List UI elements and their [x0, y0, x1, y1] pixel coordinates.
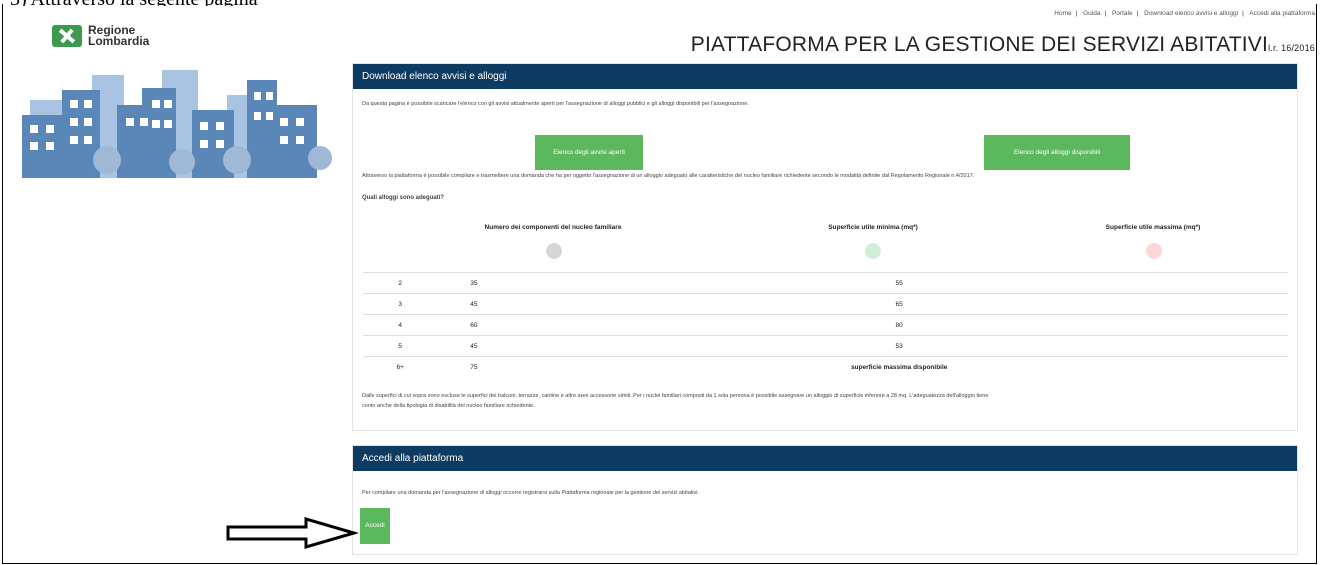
table-cell: 55: [510, 272, 1288, 294]
arrow-right-icon: [226, 517, 358, 549]
sizes-table: 2 35 55 3 45 65 4 60 80 5 45 53 6+ 75 superficie m…: [363, 272, 1288, 377]
table-cell: 45: [437, 293, 511, 315]
max-surface-icon: [1146, 243, 1162, 259]
download-intro: Da questa pagina è possibile scaricare l…: [362, 101, 749, 107]
adequate-question: Quali alloggi sono adeguati?: [362, 195, 445, 201]
link-accedi[interactable]: Accedi alla piattaforma: [1249, 10, 1315, 17]
access-panel: Accedi alla piattaforma Per compilare un…: [352, 445, 1298, 555]
platform-description: Attraverso la piattaforma è possibile co…: [362, 173, 975, 179]
city-illustration: [22, 70, 332, 178]
table-row: 6+ 75 superficie massima disponibile: [363, 356, 1288, 377]
table-cell: 6+: [363, 356, 438, 377]
table-cell: 4: [363, 314, 438, 336]
table-cell: 35: [437, 272, 511, 294]
table-cell: 75: [437, 356, 511, 377]
top-links: Home | Guida | Portale | Download elenco av…: [1054, 10, 1315, 17]
link-download[interactable]: Download elenco avvisi e alloggi: [1144, 10, 1238, 17]
col-components: Numero dei componenti del nucleo familia…: [484, 224, 622, 231]
table-cell: 5: [363, 335, 438, 357]
table-cell: 65: [510, 293, 1288, 315]
download-panel: Download elenco avvisi e alloggi Da ques…: [352, 63, 1298, 431]
table-cell: 2: [363, 272, 438, 294]
link-home[interactable]: Home: [1054, 10, 1071, 17]
note-line-2: conto anche della tipologia di disabilit…: [362, 403, 535, 409]
min-surface-icon: [865, 243, 881, 259]
table-row: 4 60 80: [363, 314, 1288, 336]
family-icon: [546, 243, 562, 259]
access-panel-heading: Accedi alla piattaforma: [353, 446, 1297, 471]
table-cell: 53: [510, 335, 1288, 357]
regione-lombardia-logo[interactable]: Regione Lombardia: [52, 23, 150, 48]
table-cell: 80: [510, 314, 1288, 336]
accedi-button[interactable]: Accedi: [360, 508, 390, 544]
page-title: PIATTAFORMA PER LA GESTIONE DEI SERVIZI …: [690, 33, 1315, 56]
table-row: 5 45 53: [363, 335, 1288, 357]
table-cell: 3: [363, 293, 438, 315]
elenco-alloggi-button[interactable]: Elenco degli alloggi disponibili: [984, 135, 1130, 170]
col-min-surface: Superficie utile minima (mq*): [828, 224, 918, 231]
col-max-surface: Superficie utile massima (mq*): [1105, 224, 1201, 231]
table-row: 3 45 65: [363, 293, 1288, 315]
table-row: 2 35 55: [363, 272, 1288, 294]
regione-logo-icon: [52, 25, 82, 47]
table-cell: 45: [437, 335, 511, 357]
table-cell: 60: [437, 314, 511, 336]
logo-text: Regione Lombardia: [88, 23, 150, 48]
table-cell: superficie massima disponibile: [510, 356, 1288, 377]
note-line-1: Dalle superfici di cui sopra sono esclus…: [362, 393, 989, 399]
elenco-avvisi-button[interactable]: Elenco degli avvisi aperti: [535, 135, 643, 170]
link-portale[interactable]: Portale: [1112, 10, 1133, 17]
download-panel-heading: Download elenco avvisi e alloggi: [353, 64, 1297, 89]
link-guida[interactable]: Guida: [1083, 10, 1100, 17]
access-text: Per compilare una domanda per l'assegnaz…: [362, 490, 700, 496]
